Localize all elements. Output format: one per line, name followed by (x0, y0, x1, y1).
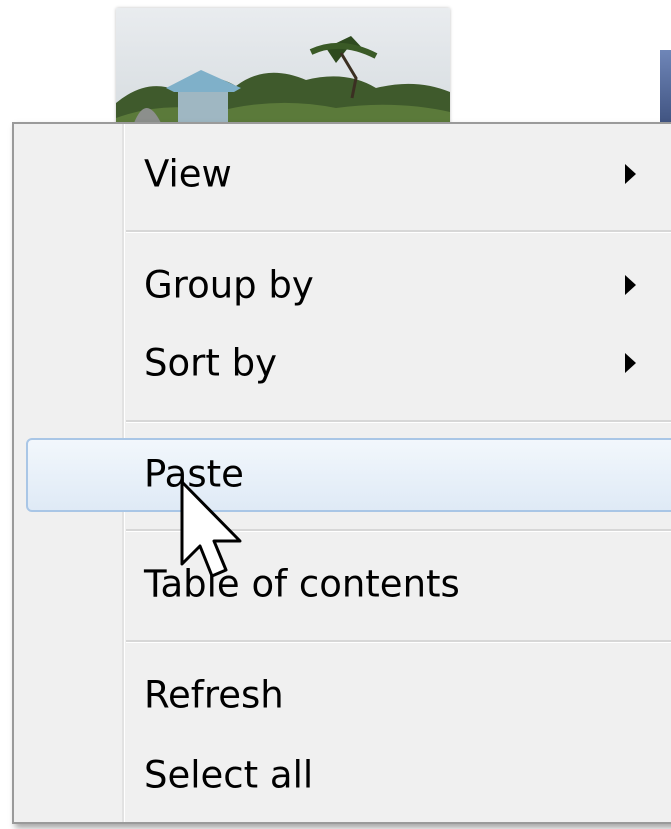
menu-item-view[interactable]: View (14, 134, 671, 214)
menu-item-label: View (144, 152, 232, 196)
menu-item-paste[interactable]: Paste (14, 434, 671, 514)
chevron-right-icon (625, 164, 636, 184)
menu-item-label: Sort by (144, 341, 277, 385)
menu-item-sort-by[interactable]: Sort by (14, 323, 671, 403)
menu-item-select-all[interactable]: Select all (14, 735, 671, 815)
menu-separator (126, 640, 671, 643)
context-menu: View Group by Sort by Paste Table of con… (12, 122, 671, 824)
menu-item-label: Refresh (144, 673, 284, 717)
menu-item-highlight (26, 438, 671, 512)
menu-item-label: Group by (144, 263, 314, 307)
menu-item-label: Select all (144, 753, 314, 797)
menu-item-refresh[interactable]: Refresh (14, 655, 671, 735)
menu-separator (126, 230, 671, 233)
menu-separator (126, 420, 671, 423)
chevron-right-icon (625, 275, 636, 295)
chevron-right-icon (625, 353, 636, 373)
mouse-pointer-icon (178, 478, 253, 588)
menu-item-group-by[interactable]: Group by (14, 245, 671, 325)
menu-item-table-of-contents[interactable]: Table of contents (14, 544, 671, 624)
photo-thumbnail-2[interactable] (660, 50, 671, 130)
